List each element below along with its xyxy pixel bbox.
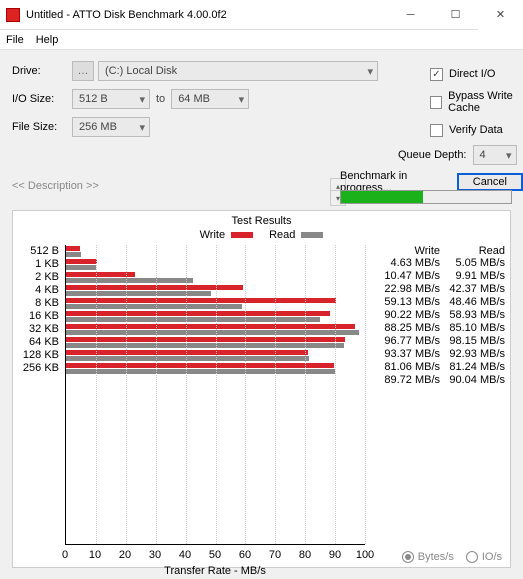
col-head-read: Read [440,245,505,257]
cancel-button[interactable]: Cancel [457,173,523,191]
menu-help[interactable]: Help [36,34,59,46]
bypass-cache-label: Bypass Write Cache [448,90,523,114]
col-head-write: Write [375,245,440,257]
io-size-label: I/O Size: [12,93,72,105]
options-column: ✓ Direct I/O Bypass Write Cache Verify Da… [430,60,523,144]
y-axis-labels: 512 B1 KB2 KB4 KB8 KB16 KB32 KB64 KB128 … [19,245,63,375]
description-label: << Description >> [12,180,99,192]
menubar: File Help [0,30,523,50]
close-button[interactable]: ✕ [478,0,523,30]
maximize-button[interactable]: ☐ [433,0,478,30]
data-columns: Write Read 4.63 MB/s5.05 MB/s10.47 MB/s9… [375,245,505,387]
queue-depth-label: Queue Depth: [398,149,467,161]
io-to-select[interactable]: 64 MB ▾ [171,89,249,109]
bytes-radio[interactable] [402,551,414,563]
chevron-down-icon: ▾ [139,93,145,106]
io-label: IO/s [482,551,502,563]
queue-depth-row: Queue Depth: 4 ▾ [398,145,517,165]
io-radio[interactable] [466,551,478,563]
chart-plot [65,245,365,545]
chart-legend: Write Read [19,229,504,241]
minimize-button[interactable]: ─ [388,0,433,30]
file-size-label: File Size: [12,121,72,133]
verify-data-label: Verify Data [449,124,503,136]
drive-value: (C:) Local Disk [105,65,177,77]
app-icon [6,8,20,22]
drive-browse-button[interactable]: … [72,61,94,81]
io-to-label: to [156,93,165,105]
legend-write-swatch [231,232,253,238]
drive-select[interactable]: (C:) Local Disk ▾ [98,61,378,81]
chevron-down-icon: ▾ [367,65,373,78]
chevron-down-icon: ▾ [239,93,245,106]
queue-depth-select[interactable]: 4 ▾ [473,145,517,165]
progress-fill [341,191,423,203]
chart-title: Test Results [19,215,504,227]
direct-io-label: Direct I/O [449,68,495,80]
titlebar: Untitled - ATTO Disk Benchmark 4.00.0f2 … [0,0,523,30]
bypass-cache-checkbox[interactable] [430,96,442,109]
direct-io-checkbox[interactable]: ✓ [430,68,443,81]
x-axis-label: Transfer Rate - MB/s [65,565,365,577]
bytes-label: Bytes/s [418,551,454,563]
legend-read-swatch [301,232,323,238]
file-size-select[interactable]: 256 MB ▾ [72,117,150,137]
window-title: Untitled - ATTO Disk Benchmark 4.00.0f2 [26,9,388,21]
results-panel: Test Results Write Read 512 B1 KB2 KB4 K… [12,210,511,568]
legend-write-label: Write [200,229,225,241]
progress-bar [340,190,512,204]
legend-read-label: Read [269,229,295,241]
chevron-down-icon: ▾ [506,149,512,162]
io-from-select[interactable]: 512 B ▾ [72,89,150,109]
verify-data-checkbox[interactable] [430,124,443,137]
drive-label: Drive: [12,65,72,77]
chevron-down-icon: ▾ [139,121,145,134]
menu-file[interactable]: File [6,34,24,46]
x-axis-ticks: 0102030405060708090100 [65,549,365,563]
